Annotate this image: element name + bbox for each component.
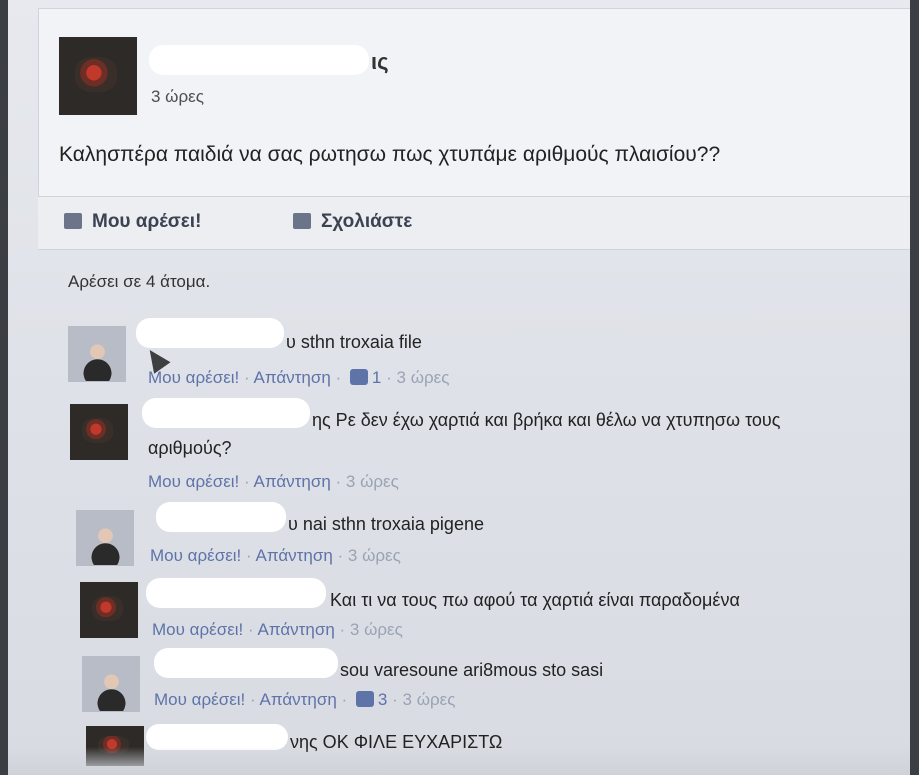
comment-meta: Μου αρέσει! · Απάντηση · 3 · 3 ώρες	[154, 690, 456, 709]
thumbs-up-icon	[349, 369, 368, 385]
comment-like-link[interactable]: Μου αρέσει!	[150, 546, 241, 565]
thumbs-up-icon	[355, 691, 374, 707]
comment-reply-link[interactable]: Απάντηση	[256, 546, 333, 565]
redacted-author-name	[149, 45, 369, 75]
comment-icon	[293, 213, 311, 229]
comment-timestamp[interactable]: 3 ώρες	[346, 472, 399, 491]
comment-text: υ sthn troxaia file	[286, 332, 422, 352]
comment-timestamp[interactable]: 3 ώρες	[397, 368, 450, 387]
screen-photo: ις 3 ώρες Καλησπέρα παιδιά να σας ρωτησω…	[8, 0, 910, 775]
comment-meta: Μου αρέσει! · Απάντηση · 3 ώρες	[148, 472, 399, 491]
comment-avatar[interactable]	[68, 326, 126, 382]
comment-avatar[interactable]	[76, 510, 134, 566]
comment-like-count[interactable]: 3	[378, 690, 387, 709]
comment-text: ης Ρε δεν έχω χαρτιά και βρήκα και θέλω …	[312, 410, 781, 430]
comment-like-count[interactable]: 1	[372, 368, 381, 387]
comment-avatar[interactable]	[70, 404, 128, 460]
comment-like-link[interactable]: Μου αρέσει!	[148, 368, 239, 387]
comment-like-link[interactable]: Μου αρέσει!	[148, 472, 239, 491]
comment-meta: Μου αρέσει! · Απάντηση · 3 ώρες	[150, 546, 401, 565]
comment-like-link[interactable]: Μου αρέσει!	[154, 690, 245, 709]
post-text: Καλησπέρα παιδιά να σας ρωτησω πως χτυπά…	[59, 143, 721, 166]
redacted-commenter-name	[136, 318, 284, 348]
comment-reply-link[interactable]: Απάντηση	[258, 620, 335, 639]
comment-avatar[interactable]	[82, 656, 140, 712]
comment-avatar[interactable]	[80, 582, 138, 638]
comment-reply-link[interactable]: Απάντηση	[254, 472, 331, 491]
redacted-commenter-name	[156, 502, 286, 532]
comment-reply-link[interactable]: Απάντηση	[260, 690, 337, 709]
comment-text-line2: αριθμούς?	[148, 438, 232, 458]
post-author-avatar[interactable]	[59, 37, 137, 115]
redacted-commenter-name	[146, 578, 326, 608]
post-action-bar: Μου αρέσει! Σχολιάστε	[38, 196, 910, 249]
bottom-fade	[8, 747, 910, 775]
comment-timestamp[interactable]: 3 ώρες	[350, 620, 403, 639]
comment-timestamp[interactable]: 3 ώρες	[403, 690, 456, 709]
likes-summary[interactable]: Αρέσει σε 4 άτομα.	[68, 272, 210, 292]
comment-text: sou varesoune ari8mous sto sasi	[340, 660, 604, 680]
post-like-button[interactable]: Μου αρέσει!	[64, 211, 201, 233]
comment-timestamp[interactable]: 3 ώρες	[348, 546, 401, 565]
comment-like-link[interactable]: Μου αρέσει!	[152, 620, 243, 639]
comment-reply-link[interactable]: Απάντηση	[254, 368, 331, 387]
redacted-commenter-name	[142, 398, 310, 428]
comment-text: Και τι να τους πω αφού τα χαρτιά είναι π…	[330, 590, 740, 610]
post-author-name-tail[interactable]: ις	[371, 49, 389, 75]
post-timestamp[interactable]: 3 ώρες	[151, 87, 204, 107]
thumbs-up-icon	[64, 213, 82, 229]
redacted-commenter-name	[154, 648, 338, 678]
comment-meta: Μου αρέσει! · Απάντηση · 1 · 3 ώρες	[148, 368, 450, 387]
comment-text: υ nai sthn troxaia pigene	[288, 514, 484, 534]
comment-meta: Μου αρέσει! · Απάντηση · 3 ώρες	[152, 620, 403, 639]
post-comment-button[interactable]: Σχολιάστε	[293, 211, 412, 233]
